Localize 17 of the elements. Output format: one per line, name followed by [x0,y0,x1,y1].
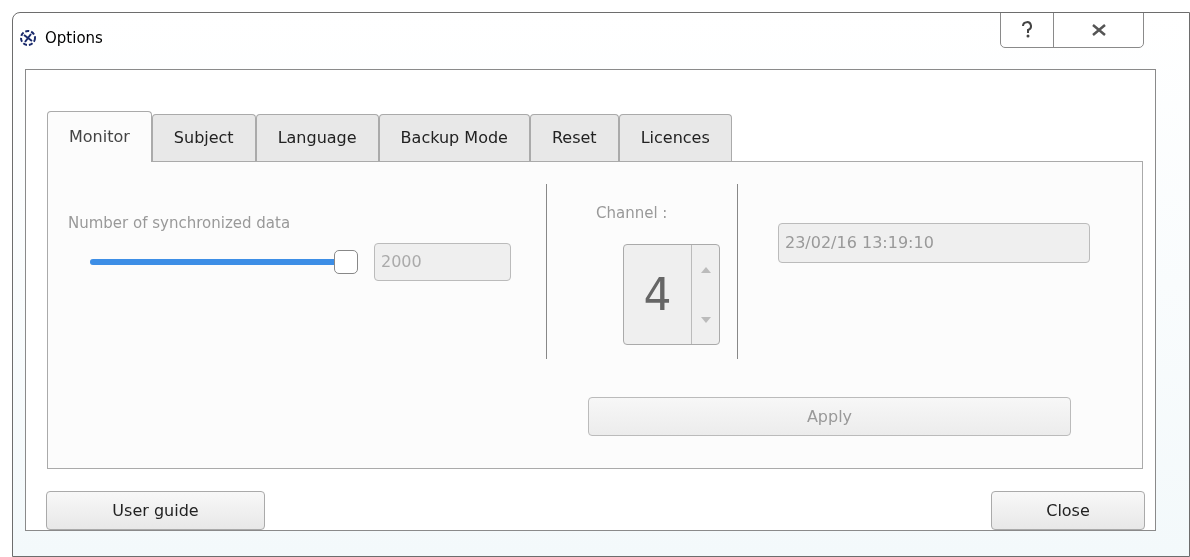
tab[interactable]: Subject [151,114,256,162]
app-icon [19,29,37,48]
channel-label: Channel : [596,203,668,225]
close-button[interactable]: Close [991,491,1145,530]
slider-thumb[interactable] [334,249,358,274]
window-title: Options [45,28,103,49]
slider[interactable] [90,249,358,274]
close-icon [1090,23,1107,37]
tab[interactable]: Licences [618,114,732,162]
help-icon [1021,21,1033,39]
tab[interactable]: Language [255,114,379,162]
tab[interactable]: Backup Mode [378,114,530,162]
tab[interactable]: Reset [529,114,619,162]
channel-value: 4 [624,245,692,345]
tab[interactable]: Monitor [47,111,152,163]
sync-label: Number of synchronized data [68,213,292,235]
user-guide-button[interactable]: User guide [46,491,265,530]
